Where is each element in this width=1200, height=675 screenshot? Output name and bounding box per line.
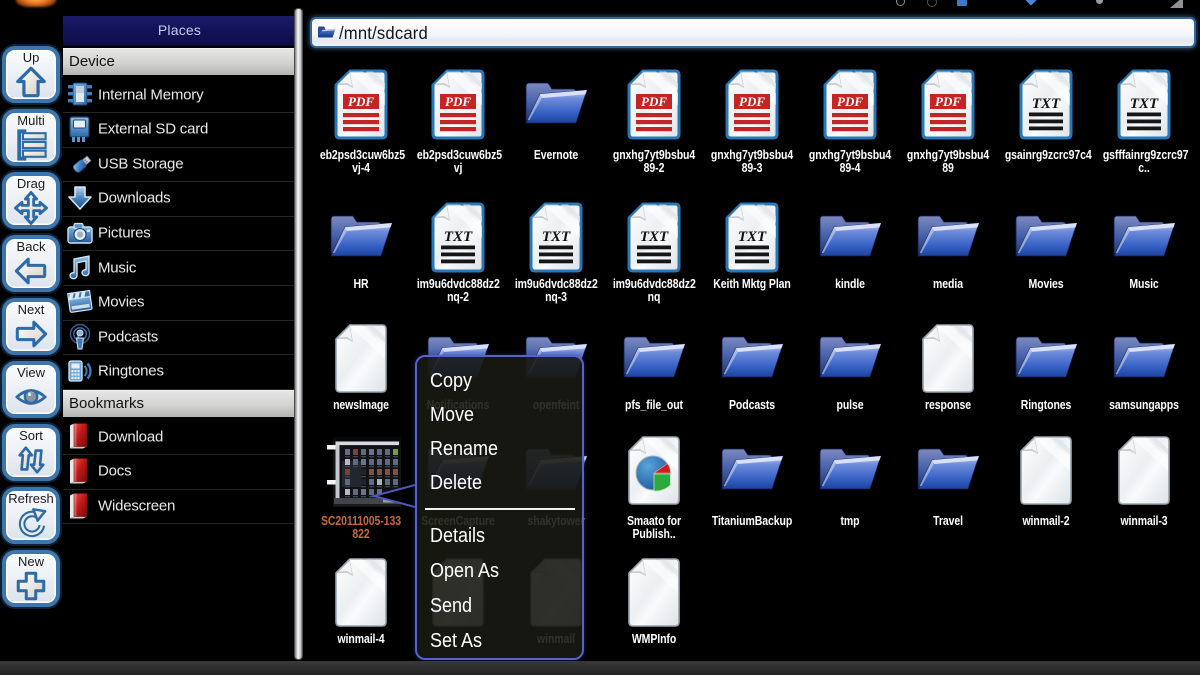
svg-text:PDF: PDF [739,94,765,109]
svg-text:TXT: TXT [444,229,473,245]
svg-text:TXT: TXT [1032,96,1061,112]
svg-text:PDF: PDF [935,94,961,109]
svg-text:PDF: PDF [348,94,374,109]
svg-text:TXT: TXT [542,229,571,245]
svg-text:TXT: TXT [738,229,767,245]
svg-text:TXT: TXT [1130,96,1159,112]
svg-text:TXT: TXT [640,229,669,245]
svg-text:PDF: PDF [837,94,863,109]
svg-text:PDF: PDF [641,94,667,109]
svg-text:PDF: PDF [445,94,471,109]
